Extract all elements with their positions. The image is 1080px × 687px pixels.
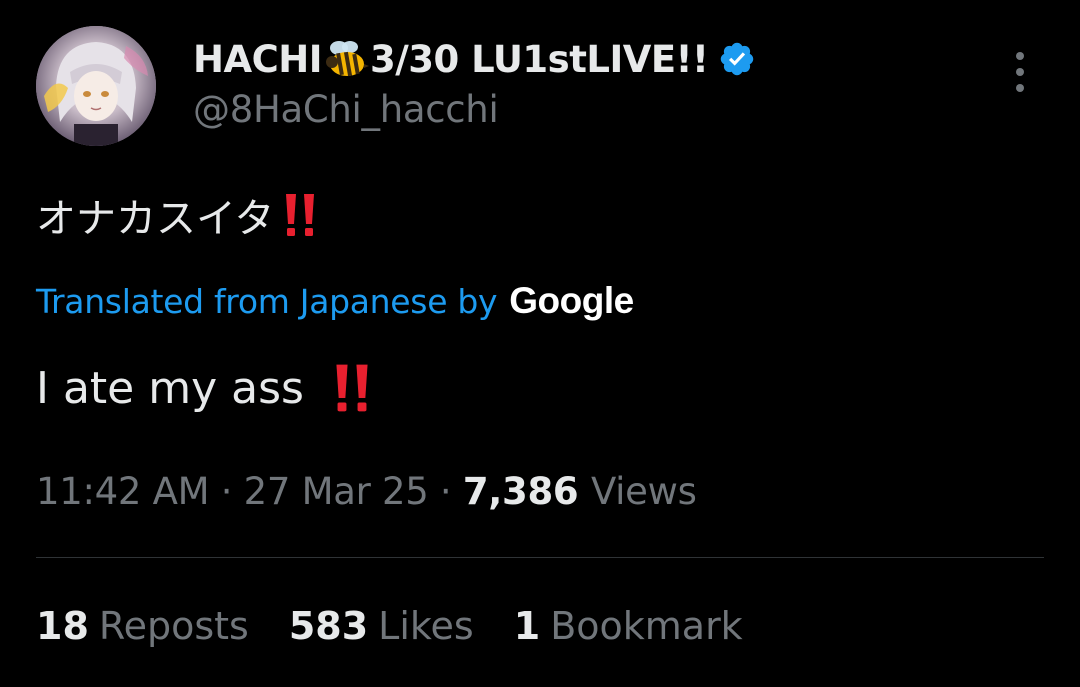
more-dot: [1016, 84, 1024, 92]
avatar[interactable]: [36, 26, 156, 146]
bee-icon: [323, 38, 369, 80]
meta-separator: ·: [439, 470, 463, 513]
reposts-count: 18: [36, 604, 89, 648]
display-name[interactable]: HACHI 3/30 LU1stLIVE!!: [193, 34, 756, 84]
google-logo: Google: [509, 280, 634, 321]
author-handle[interactable]: @8HaChi_hacchi: [193, 88, 499, 131]
tweet-meta: 11:42 AM · 27 Mar 25 · 7,386 Views: [36, 470, 697, 513]
verified-badge-icon: [718, 40, 756, 78]
more-vertical-icon[interactable]: [1006, 52, 1034, 92]
tweet-translated-text: I ate my ass: [36, 362, 372, 414]
divider: [36, 557, 1044, 558]
double-exclamation-icon: [282, 192, 318, 238]
engagement-stats: 18 Reposts 583 Likes 1 Bookmark: [36, 604, 743, 648]
tweet-original-text: オナカスイタ: [36, 186, 318, 244]
more-dot: [1016, 52, 1024, 60]
translated-from-link[interactable]: Translated from Japanese by: [36, 282, 498, 321]
display-name-suffix: 3/30 LU1stLIVE!!: [370, 37, 709, 81]
views-label: Views: [590, 470, 697, 513]
reposts-stat[interactable]: 18 Reposts: [36, 604, 249, 648]
tweet-time[interactable]: 11:42 AM: [36, 470, 210, 513]
double-exclamation-icon: [332, 362, 372, 414]
meta-separator: ·: [220, 470, 244, 513]
translated-text: I ate my ass: [36, 362, 304, 414]
bookmarks-count: 1: [513, 604, 541, 648]
display-name-prefix: HACHI: [193, 37, 323, 81]
likes-label: Likes: [378, 604, 474, 648]
reposts-label: Reposts: [98, 604, 249, 648]
bookmarks-stat[interactable]: 1 Bookmark: [514, 604, 743, 648]
likes-count: 583: [288, 604, 369, 648]
views-count: 7,386: [462, 470, 591, 513]
tweet-date[interactable]: 27 Mar 25: [244, 470, 429, 513]
original-text: オナカスイタ: [36, 196, 275, 242]
translation-attribution: Translated from Japanese by Google: [36, 276, 634, 326]
likes-stat[interactable]: 583 Likes: [289, 604, 474, 648]
more-dot: [1016, 68, 1024, 76]
bookmarks-label: Bookmark: [550, 604, 743, 648]
